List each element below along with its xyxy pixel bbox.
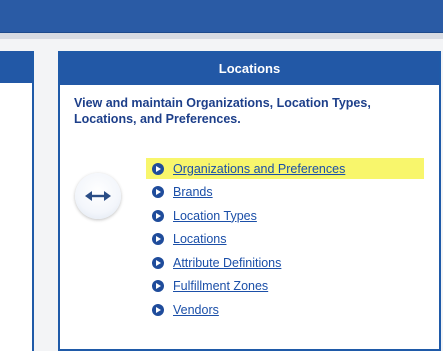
link-attribute-definitions[interactable]: Attribute Definitions xyxy=(152,251,345,275)
link-label[interactable]: Brands xyxy=(173,185,213,199)
link-label[interactable]: Locations xyxy=(173,232,227,246)
bullet-arrow-icon xyxy=(152,186,164,199)
left-panel-header xyxy=(0,51,32,83)
link-organizations-and-preferences[interactable]: Organizations and Preferences xyxy=(146,157,424,181)
left-panel xyxy=(0,51,34,351)
link-fulfillment-zones[interactable]: Fulfillment Zones xyxy=(152,275,345,299)
top-banner xyxy=(0,0,443,33)
locations-links: Organizations and Preferences Brands Loc… xyxy=(146,157,424,322)
link-label[interactable]: Vendors xyxy=(173,303,219,317)
link-locations[interactable]: Locations xyxy=(152,228,345,252)
bullet-arrow-icon xyxy=(152,209,164,222)
link-label[interactable]: Attribute Definitions xyxy=(173,256,281,270)
locations-panel: Locations View and maintain Organization… xyxy=(58,51,441,351)
link-location-types[interactable]: Location Types xyxy=(152,204,345,228)
bullet-arrow-icon xyxy=(152,162,164,175)
bullet-arrow-icon xyxy=(152,233,164,246)
locations-panel-description: View and maintain Organizations, Locatio… xyxy=(74,96,371,126)
link-label[interactable]: Organizations and Preferences xyxy=(173,162,345,176)
banner-divider xyxy=(0,33,443,39)
link-label[interactable]: Location Types xyxy=(173,209,257,223)
bullet-arrow-icon xyxy=(152,280,164,293)
double-arrow-icon xyxy=(75,173,121,219)
link-brands[interactable]: Brands xyxy=(152,181,345,205)
locations-panel-title: Locations xyxy=(60,53,439,85)
link-vendors[interactable]: Vendors xyxy=(152,298,345,322)
link-label[interactable]: Fulfillment Zones xyxy=(173,279,268,293)
bullet-arrow-icon xyxy=(152,256,164,269)
bullet-arrow-icon xyxy=(152,303,164,316)
